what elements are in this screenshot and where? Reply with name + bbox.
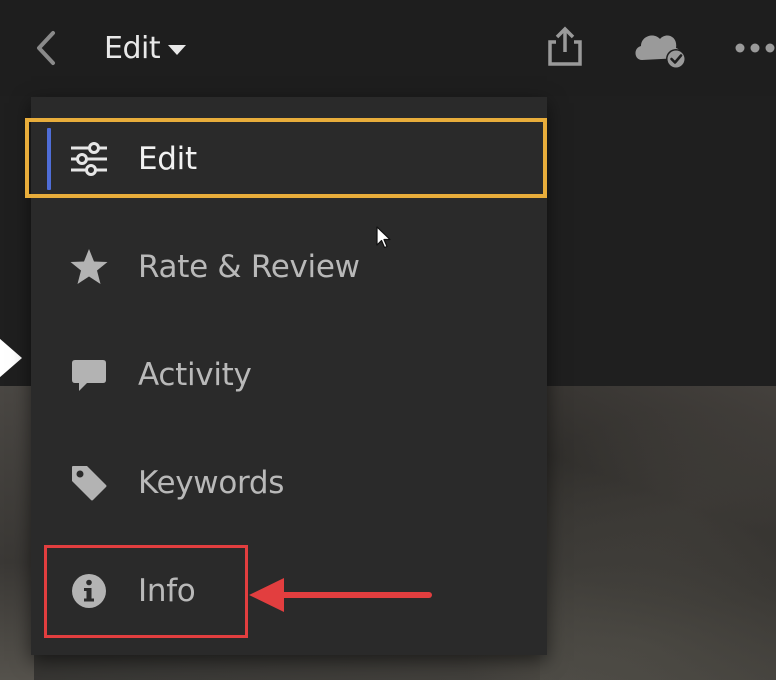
mode-dropdown-label: Edit bbox=[104, 30, 161, 66]
menu-item-label: Info bbox=[138, 573, 196, 609]
star-icon bbox=[69, 247, 109, 287]
speech-bubble-icon bbox=[69, 355, 109, 395]
cloud-synced-icon bbox=[635, 35, 686, 69]
mode-menu: Edit Rate & Review Activity Keywords Inf… bbox=[31, 97, 547, 655]
cloud-sync-status-button[interactable] bbox=[630, 24, 690, 72]
back-button[interactable] bbox=[26, 26, 66, 70]
menu-item-edit[interactable]: Edit bbox=[31, 105, 547, 213]
photo-mountain-ridge bbox=[540, 386, 776, 680]
app-screen: Edit Edit Rate & Review Activity Keyword… bbox=[0, 0, 776, 680]
menu-item-rate-review[interactable]: Rate & Review bbox=[31, 213, 547, 321]
more-options-button[interactable] bbox=[732, 30, 776, 66]
menu-item-label: Keywords bbox=[138, 465, 285, 501]
menu-item-label: Activity bbox=[138, 357, 252, 393]
tag-icon bbox=[69, 463, 109, 503]
mode-dropdown[interactable]: Edit bbox=[104, 26, 187, 70]
photo-rock-edge bbox=[0, 386, 34, 680]
menu-item-label: Rate & Review bbox=[138, 249, 360, 285]
menu-item-info[interactable]: Info bbox=[31, 537, 547, 645]
sliders-icon bbox=[69, 139, 109, 179]
chevron-left-icon bbox=[37, 31, 55, 65]
menu-item-label: Edit bbox=[138, 141, 197, 177]
caret-down-icon bbox=[168, 45, 187, 55]
menu-item-keywords[interactable]: Keywords bbox=[31, 429, 547, 537]
active-indicator bbox=[47, 128, 51, 190]
share-upload-icon bbox=[548, 26, 582, 66]
info-icon bbox=[69, 571, 109, 611]
share-button[interactable] bbox=[543, 24, 587, 68]
menu-item-activity[interactable]: Activity bbox=[31, 321, 547, 429]
panel-pointer-icon bbox=[0, 332, 22, 384]
more-horizontal-icon bbox=[735, 43, 775, 53]
